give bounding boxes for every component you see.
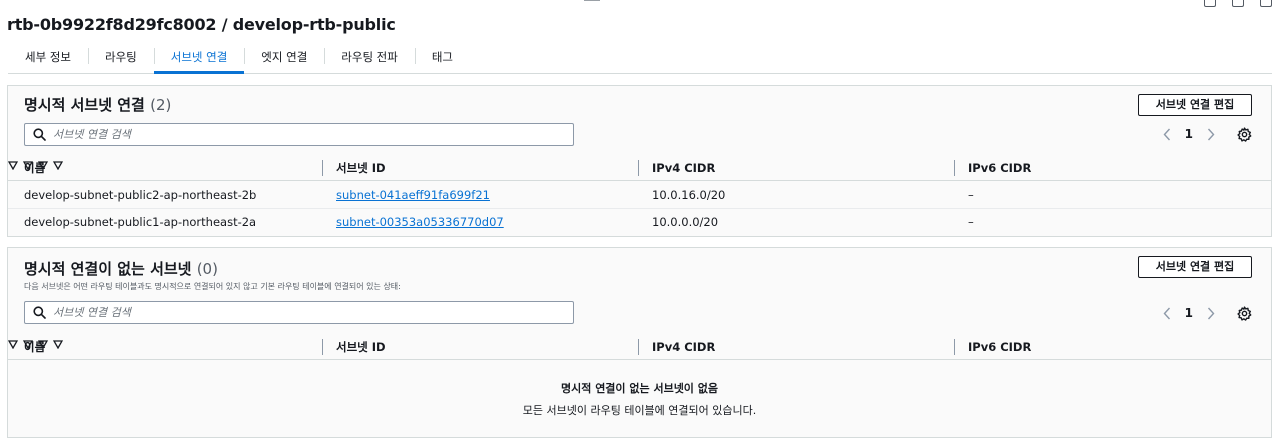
table-header: 이름 서브넷 ID IPv4 CIDR IPv6 CIDR [7, 155, 1271, 181]
panel-count: (2) [150, 96, 172, 114]
tab-details[interactable]: 세부 정보 [8, 44, 88, 73]
column-resizer[interactable] [954, 160, 955, 176]
sort-icon[interactable] [53, 340, 64, 350]
table-header: 이름 서브넷 ID IPv4 CIDR IPv6 CIDR [7, 334, 1271, 360]
column-resizer[interactable] [322, 339, 323, 355]
gear-icon[interactable] [1237, 305, 1252, 321]
panel-title-text: 명시적 서브넷 연결 [24, 96, 145, 114]
sort-icon[interactable] [7, 340, 19, 350]
tab-route-propagation[interactable]: 라우팅 전파 [324, 44, 415, 73]
cell-ipv6-cidr: – [968, 188, 974, 202]
panel-description: 다음 서브넷은 어떤 라우팅 테이블과도 명시적으로 연결되어 있지 않고 기본… [24, 282, 401, 291]
panel-title: 명시적 서브넷 연결 (2) [24, 94, 171, 115]
drag-handle [584, 0, 600, 1]
gear-icon[interactable] [1237, 126, 1252, 142]
column-resizer[interactable] [638, 160, 639, 176]
search-icon [33, 306, 46, 319]
edit-subnet-associations-button[interactable]: 서브넷 연결 편집 [1138, 256, 1252, 278]
tab-tags[interactable]: 태그 [414, 44, 470, 73]
sort-icon[interactable] [7, 161, 19, 171]
page-number[interactable]: 1 [1185, 127, 1193, 141]
subnet-id-link[interactable]: subnet-00353a05336770d07 [336, 209, 504, 236]
empty-state-title: 명시적 연결이 없는 서브넷이 없음 [561, 382, 718, 395]
search-field[interactable] [24, 301, 574, 324]
search-input[interactable] [53, 306, 553, 319]
panel-layout-icon[interactable] [1232, 0, 1244, 7]
implicit-subnets-panel: 명시적 연결이 없는 서브넷 (0) 다음 서브넷은 어떤 라우팅 테이블과도 … [7, 247, 1272, 438]
column-header-name: 이름 [24, 340, 46, 354]
cell-ipv4-cidr: 10.0.0.0/20 [652, 215, 719, 229]
panel-count: (0) [196, 260, 218, 278]
panel-title: 명시적 연결이 없는 서브넷 (0) [24, 258, 218, 279]
empty-state-description: 모든 서브넷이 라우팅 테이블에 연결되어 있습니다. [522, 404, 757, 417]
page-title: rtb-0b9922f8d29fc8002 / develop-rtb-publ… [7, 15, 396, 34]
pagination: 1 [1161, 303, 1252, 323]
table-row[interactable]: develop-subnet-public2-ap-northeast-2b s… [8, 182, 1271, 209]
cell-name: develop-subnet-public2-ap-northeast-2b [24, 188, 257, 202]
column-resizer[interactable] [322, 160, 323, 176]
panel-title-text: 명시적 연결이 없는 서브넷 [24, 260, 192, 278]
panel-layout-icon[interactable] [1260, 0, 1272, 7]
tab-subnet-associations[interactable]: 서브넷 연결 [153, 44, 245, 74]
edit-subnet-associations-button[interactable]: 서브넷 연결 편집 [1138, 94, 1252, 116]
column-header-ipv6-cidr: IPv6 CIDR [968, 340, 1032, 354]
window-controls [1204, 0, 1272, 7]
explicit-subnet-associations-panel: 명시적 서브넷 연결 (2) 서브넷 연결 편집 1 이름 서브넷 ID IPv… [7, 85, 1272, 237]
tab-bar: 세부 정보 라우팅 서브넷 연결 엣지 연결 라우팅 전파 태그 [8, 44, 1272, 74]
column-header-ipv4-cidr: IPv4 CIDR [652, 340, 716, 354]
search-field[interactable] [24, 123, 574, 146]
column-header-name: 이름 [24, 161, 46, 175]
tab-routes[interactable]: 라우팅 [87, 44, 154, 73]
cell-ipv4-cidr: 10.0.16.0/20 [652, 188, 726, 202]
search-icon [33, 128, 46, 141]
panel-layout-icon[interactable] [1204, 0, 1216, 7]
page-number[interactable]: 1 [1185, 306, 1193, 320]
column-resizer[interactable] [638, 339, 639, 355]
pagination: 1 [1161, 124, 1252, 144]
column-header-ipv4-cidr: IPv4 CIDR [652, 161, 716, 175]
column-header-subnet-id: 서브넷 ID [336, 340, 386, 354]
column-resizer[interactable] [954, 339, 955, 355]
column-header-ipv6-cidr: IPv6 CIDR [968, 161, 1032, 175]
table-row[interactable]: develop-subnet-public1-ap-northeast-2a s… [8, 209, 1271, 236]
sort-icon[interactable] [53, 161, 64, 171]
chevron-right-icon[interactable] [1205, 124, 1217, 144]
chevron-left-icon[interactable] [1161, 303, 1173, 323]
column-header-subnet-id: 서브넷 ID [336, 161, 386, 175]
chevron-right-icon[interactable] [1205, 303, 1217, 323]
chevron-left-icon[interactable] [1161, 124, 1173, 144]
cell-ipv6-cidr: – [968, 215, 974, 229]
tab-edge-associations[interactable]: 엣지 연결 [244, 44, 324, 73]
cell-name: develop-subnet-public1-ap-northeast-2a [24, 215, 257, 229]
search-input[interactable] [53, 128, 553, 141]
subnet-id-link[interactable]: subnet-041aeff91fa699f21 [336, 182, 490, 209]
